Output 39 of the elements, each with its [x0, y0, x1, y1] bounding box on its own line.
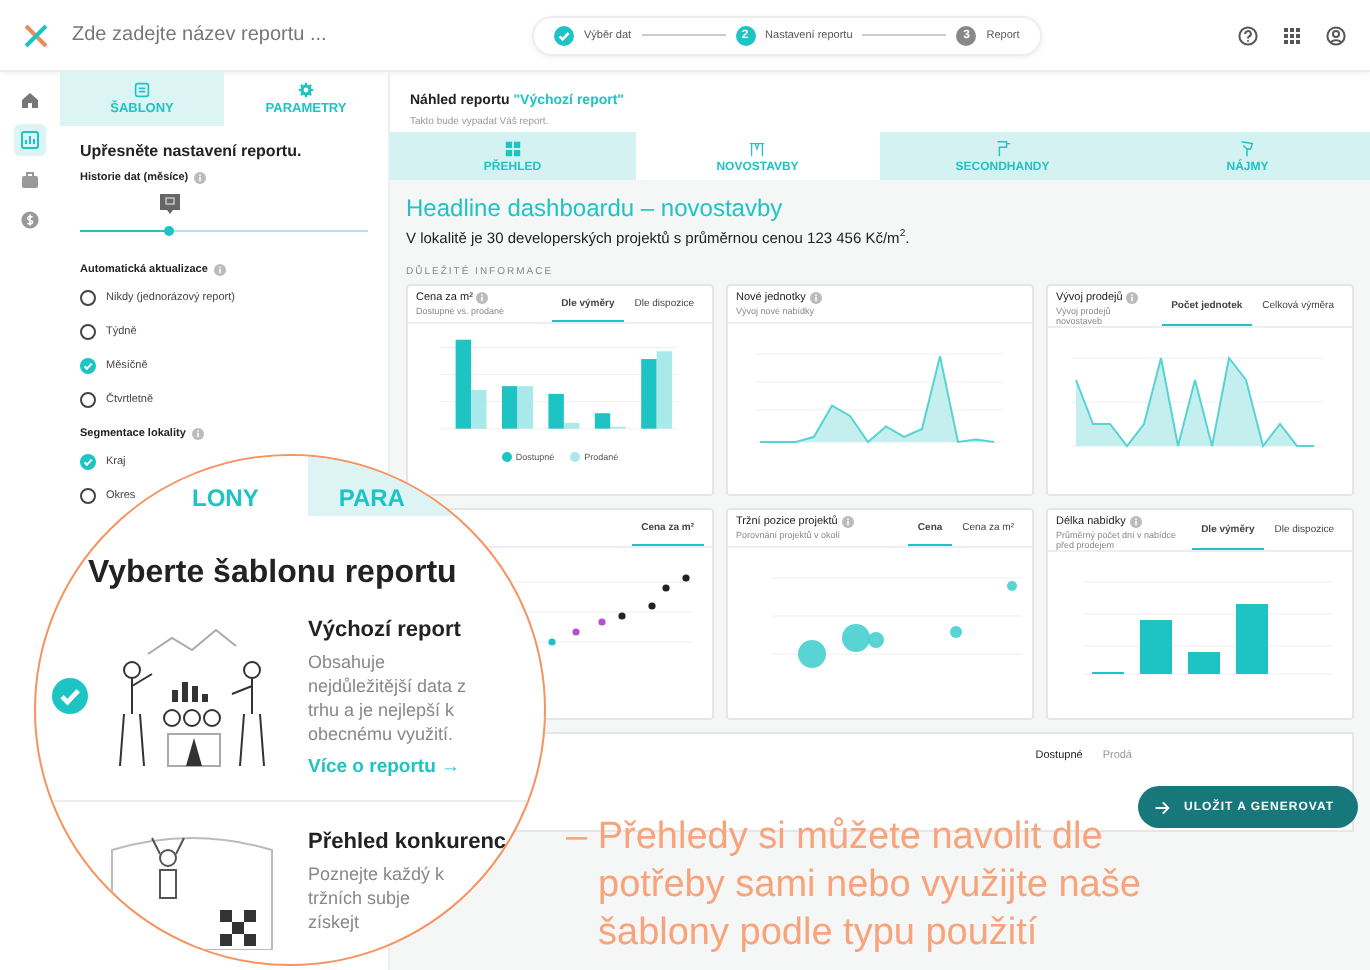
info-icon — [194, 172, 207, 184]
grid-icon[interactable] — [1282, 25, 1302, 45]
lens-heading: Vyberte šablonu reportu — [88, 556, 459, 592]
info-icon — [191, 428, 204, 440]
gear-icon — [298, 82, 314, 98]
grid-icon — [503, 139, 522, 157]
legend-dot — [570, 451, 581, 461]
info-icon — [841, 515, 854, 527]
legend-dot — [501, 451, 512, 461]
dashboard-headline: Headline dashboardu – novostavby — [406, 194, 785, 222]
info-icon — [1129, 515, 1142, 527]
radio-button[interactable] — [80, 289, 96, 305]
home-icon[interactable] — [20, 90, 40, 110]
help-icon[interactable] — [1238, 25, 1258, 45]
arrow-right-icon — [1154, 799, 1170, 815]
info-icon — [476, 291, 489, 303]
radio-button[interactable] — [80, 323, 96, 339]
panel-title: Upřesněte nastavení reportu. — [80, 142, 304, 160]
history-slider[interactable] — [80, 188, 368, 236]
template-description: Obsahuje nejdůležitější data z trhu a je nejlepší k obecnému využití. — [308, 650, 467, 746]
briefcase-icon[interactable] — [20, 170, 40, 190]
template-title: Přehled konkurenc — [308, 830, 507, 854]
user-icon[interactable] — [1326, 25, 1346, 45]
promo-text: – Přehledy si můžete navolit dle potřeby sami nebo využijte naše šablony podle typu použití — [566, 814, 1143, 958]
report-name-field[interactable]: Zde zadejte název reportu ... — [68, 22, 456, 48]
template-description: Poznejte každý k tržních subje získejt — [308, 862, 447, 934]
template-icon — [134, 82, 150, 98]
tooltip-icon — [157, 192, 182, 216]
logo-icon — [24, 23, 48, 47]
dollar-icon[interactable] — [20, 210, 40, 230]
radio-button[interactable] — [80, 487, 96, 503]
radio-checked[interactable] — [80, 357, 96, 373]
radio-checked[interactable] — [80, 453, 96, 469]
radio-button[interactable] — [80, 391, 96, 407]
template-title: Výchozí report — [308, 618, 461, 642]
info-icon — [1126, 291, 1139, 303]
info-icon — [809, 291, 822, 303]
slider-thumb[interactable] — [164, 226, 175, 236]
info-icon — [213, 264, 226, 276]
